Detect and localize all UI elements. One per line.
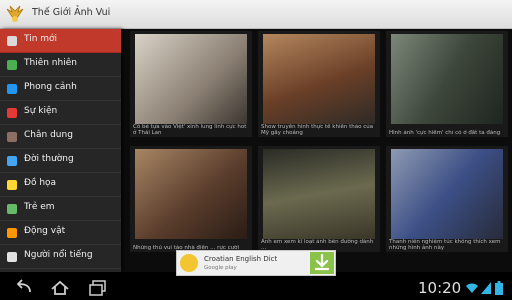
drawer-item-label: Đồ họa: [24, 178, 57, 188]
drawer-item-chan-dung[interactable]: Chân dung: [0, 125, 121, 149]
photo-grid: Cô bé tựa vào Việt' xinh lung linh cực h…: [120, 29, 512, 272]
drawer-item-doi-thuong[interactable]: Đời thường: [0, 149, 121, 173]
drawer-item-do-hoa[interactable]: Đồ họa: [0, 173, 121, 197]
drawer-item-label: Chân dung: [24, 130, 73, 140]
drawer-item-label: Phong cảnh: [24, 82, 77, 92]
drawer-item-thien-nhien[interactable]: Thiên nhiên: [0, 53, 121, 77]
back-icon[interactable]: [12, 278, 36, 298]
portrait-icon: [7, 132, 17, 142]
navigation-drawer: Tin mới Thiên nhiên Phong cảnh Sự kiện C…: [0, 29, 121, 272]
photo-caption: Hình ảnh 'cực hiếm' chỉ có ở đất ta đàng: [389, 130, 501, 136]
photo-tile[interactable]: Anh em xem kĩ loạt ảnh bên đường dành ..…: [258, 146, 380, 252]
photo-caption: Show truyền hình thực tế khiến thảo của …: [261, 124, 374, 136]
ad-title: Croatian English Dict: [204, 255, 278, 263]
action-bar: Thế Giới Ảnh Vui: [0, 0, 512, 29]
system-clock: 10:20: [418, 279, 462, 297]
ad-banner[interactable]: Croatian English Dict Google play: [176, 250, 336, 276]
wifi-icon: [466, 283, 478, 293]
drawer-item-nguoi-noi-tieng[interactable]: Người nổi tiếng: [0, 245, 121, 269]
system-navigation-bar: 10:20: [0, 276, 512, 300]
calendar-icon: [7, 108, 17, 118]
drawer-item-label: Thiên nhiên: [24, 58, 77, 68]
app-title: Thế Giới Ảnh Vui: [32, 7, 111, 18]
photo-tile[interactable]: Show truyền hình thực tế khiến thảo của …: [258, 31, 380, 137]
photo-thumbnail: [135, 149, 247, 239]
main-content: Cô bé tựa vào Việt' xinh lung linh cực h…: [0, 29, 512, 272]
drawer-item-label: Động vật: [24, 226, 66, 236]
drawer-item-phong-canh[interactable]: Phong cảnh: [0, 77, 121, 101]
children-icon: [7, 204, 17, 214]
download-button[interactable]: [310, 252, 334, 274]
landscape-icon: [7, 84, 17, 94]
photo-tile[interactable]: Những thú vui táo nhà điền ... rực cười: [130, 146, 252, 252]
home-icon[interactable]: [48, 278, 72, 298]
palette-icon: [7, 180, 17, 190]
golden-wings-logo-icon[interactable]: [4, 3, 26, 25]
recent-apps-icon[interactable]: [86, 278, 110, 298]
drawer-item-label: Người nổi tiếng: [24, 250, 93, 260]
download-icon: [314, 253, 330, 271]
people-icon: [7, 156, 17, 166]
photo-thumbnail: [135, 34, 247, 124]
photo-thumbnail: [391, 149, 503, 239]
folder-icon: [7, 36, 17, 46]
google-play-label: Google play: [204, 265, 237, 271]
photo-caption: Cô bé tựa vào Việt' xinh lung linh cực h…: [133, 124, 247, 136]
signal-icon: [481, 282, 491, 294]
photo-thumbnail: [263, 34, 375, 124]
tree-icon: [7, 60, 17, 70]
photo-tile[interactable]: Cô bé tựa vào Việt' xinh lung linh cực h…: [130, 31, 252, 137]
photo-caption: Thanh niên nghiêm túc không thích xem nh…: [389, 239, 501, 251]
star-person-icon: [7, 252, 17, 262]
drawer-item-tin-moi[interactable]: Tin mới: [0, 29, 121, 53]
drawer-item-label: Sự kiện: [24, 106, 58, 116]
drawer-item-tre-em[interactable]: Trẻ em: [0, 197, 121, 221]
drawer-item-label: Tin mới: [24, 34, 58, 44]
photo-tile[interactable]: Hình ảnh 'cực hiếm' chỉ có ở đất ta đàng: [386, 31, 508, 137]
battery-icon: [495, 281, 503, 295]
photo-tile[interactable]: Thanh niên nghiêm túc không thích xem nh…: [386, 146, 508, 252]
photo-thumbnail: [391, 34, 503, 124]
photo-thumbnail: [263, 149, 375, 239]
drawer-item-dong-vat[interactable]: Động vật: [0, 221, 121, 245]
drawer-item-su-kien[interactable]: Sự kiện: [0, 101, 121, 125]
paw-icon: [7, 228, 17, 238]
drawer-item-label: Đời thường: [24, 154, 74, 164]
drawer-item-label: Trẻ em: [24, 202, 55, 212]
app-icon: [180, 254, 198, 272]
